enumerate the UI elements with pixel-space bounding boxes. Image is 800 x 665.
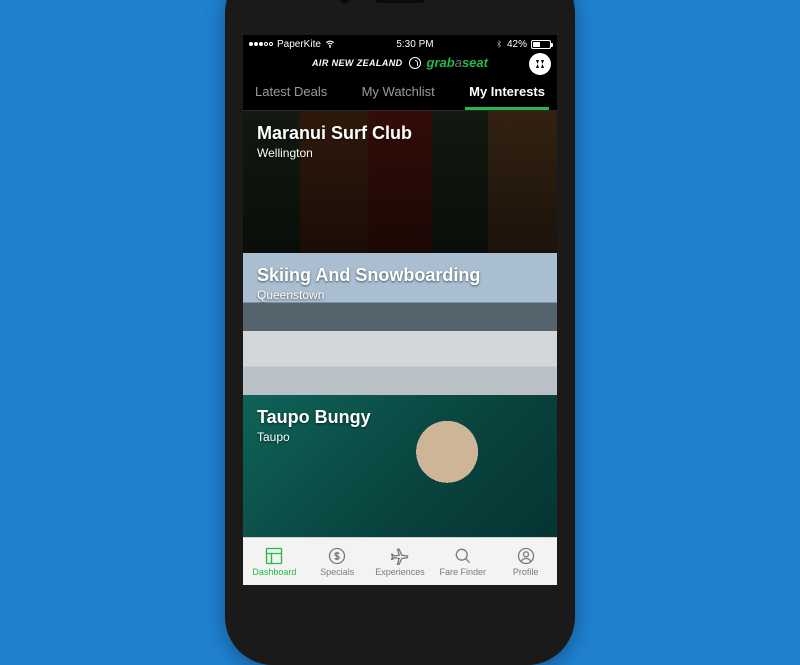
screen: PaperKite 5:30 PM 42% AIR NEW ZEALAND gr… [243,35,557,585]
card-title: Maranui Surf Club [257,123,543,144]
card-title: Taupo Bungy [257,407,543,428]
tabbar-experiences[interactable]: Experiences [369,538,432,585]
interest-card[interactable]: Maranui Surf Club Wellington [243,111,557,253]
brand-grabaseat-label: grabaseat [427,55,488,70]
card-subtitle: Queenstown [257,288,543,302]
dashboard-icon [264,546,284,566]
tabbar-fare-finder[interactable]: Fare Finder [431,538,494,585]
header-action-button[interactable] [529,53,551,75]
battery-icon [531,40,551,49]
phone-frame: PaperKite 5:30 PM 42% AIR NEW ZEALAND gr… [225,0,575,665]
tabbar-dashboard[interactable]: Dashboard [243,538,306,585]
card-title: Skiing And Snowboarding [257,265,543,286]
koru-icon [409,57,421,69]
phone-earpiece [375,0,425,3]
brand-airnz-label: AIR NEW ZEALAND [312,58,403,68]
profile-icon [516,546,536,566]
tabbar-label: Profile [513,567,539,577]
tabbar-profile[interactable]: Profile [494,538,557,585]
carrier-label: PaperKite [277,39,321,50]
tab-latest-deals[interactable]: Latest Deals [251,78,331,110]
phone-sensor [340,0,349,4]
battery-pct-label: 42% [507,39,527,50]
specials-icon [327,546,347,566]
app-header: AIR NEW ZEALAND grabaseat [243,53,557,74]
search-icon [453,546,473,566]
card-subtitle: Wellington [257,146,543,160]
top-tabs: Latest Deals My Watchlist My Interests [243,74,557,111]
interest-card[interactable]: Taupo Bungy Taupo [243,395,557,537]
card-subtitle: Taupo [257,430,543,444]
tab-my-interests[interactable]: My Interests [465,78,549,110]
status-bar: PaperKite 5:30 PM 42% [243,35,557,53]
bottom-tab-bar: Dashboard Specials Experiences Fare Find… [243,537,557,585]
tabbar-label: Fare Finder [440,567,487,577]
tabbar-label: Dashboard [252,567,296,577]
tabbar-label: Specials [320,567,354,577]
tab-my-watchlist[interactable]: My Watchlist [358,78,439,110]
clock-label: 5:30 PM [396,39,433,50]
tabbar-label: Experiences [375,567,425,577]
bluetooth-icon [495,39,503,49]
wifi-icon [325,39,335,49]
signal-icon [249,42,273,46]
interest-card[interactable]: Skiing And Snowboarding Queenstown [243,253,557,395]
content-list[interactable]: Maranui Surf Club Wellington Skiing And … [243,111,557,537]
plane-icon [390,546,410,566]
tabbar-specials[interactable]: Specials [306,538,369,585]
